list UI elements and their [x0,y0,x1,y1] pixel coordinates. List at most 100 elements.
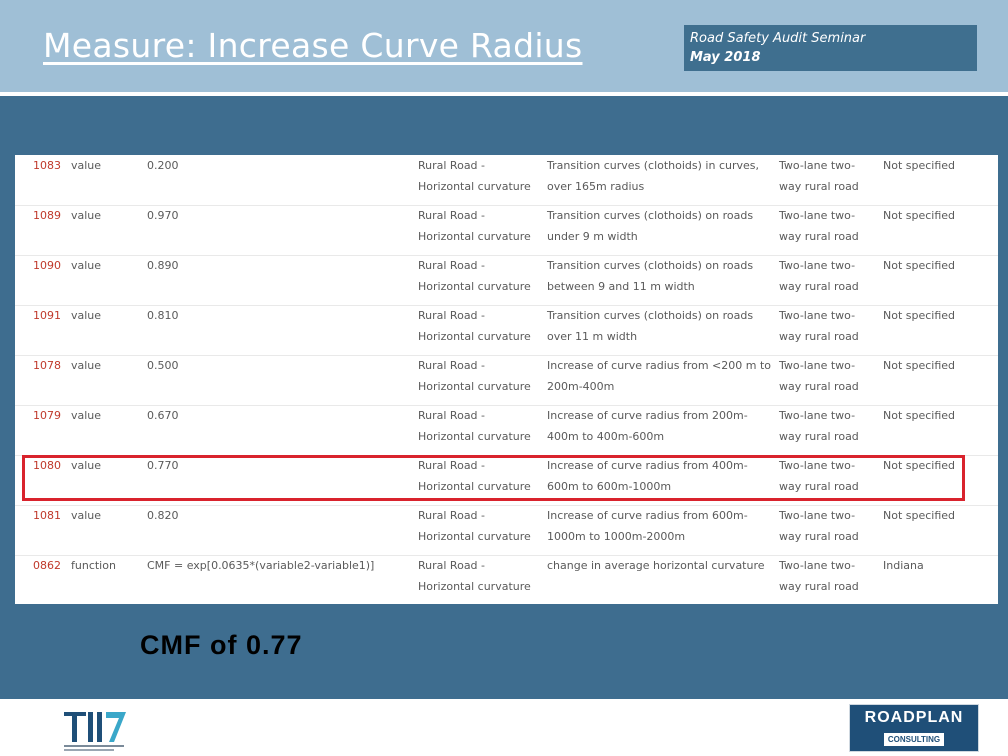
row-description-line1: Transition curves (clothoids) on roads [547,209,754,222]
row-road-type: Two-lane two-way rural road [779,355,869,397]
row-location: Not specified [883,209,956,222]
row-value: CMF = exp[0.0635*(variable2-variable1)] [147,559,375,572]
table-row: 1079 value 0.670 Rural Road - Horizontal … [15,405,998,456]
row-id-link[interactable]: 1083 [33,155,61,176]
row-id-link[interactable]: 1090 [33,255,61,276]
row-description-line1: change in average horizontal curvature [547,559,765,572]
row-description-line1: Increase of curve radius from 600m- [547,509,748,522]
cmf-annotation: CMF of 0.77 [140,630,303,660]
row-description: change in average horizontal curvature [547,555,773,576]
row-description-line2: between 9 and 11 m width [547,280,695,293]
row-description: Transition curves (clothoids) on roads ov… [547,305,773,347]
row-road-type: Two-lane two-way rural road [779,155,869,197]
row-road-line2: way rural road [779,180,859,193]
row-road-line1: Two-lane two- [779,409,856,422]
row-id-link[interactable]: 1089 [33,205,61,226]
row-road-line2: way rural road [779,380,859,393]
row-category: Rural Road - Horizontal curvature [418,505,543,547]
tii-logo-swoosh [106,712,126,742]
row-category: Rural Road - Horizontal curvature [418,355,543,397]
row-category: Rural Road - Horizontal curvature [418,305,543,347]
row-category-line2: Horizontal curvature [418,430,531,443]
row-type: value [71,509,102,522]
row-value: 0.820 [147,509,179,522]
roadplan-logo: ROADPLAN CONSULTING [849,704,979,752]
row-category-line2: Horizontal curvature [418,230,531,243]
row-id-link[interactable]: 1079 [33,405,61,426]
row-description: Increase of curve radius from <200 m to 2… [547,355,773,397]
row-location: Not specified [883,309,956,322]
row-road-line2: way rural road [779,330,859,343]
row-category: Rural Road - Horizontal curvature [418,205,543,247]
table-row: 1090 value 0.890 Rural Road - Horizontal … [15,255,998,306]
row-location: Not specified [883,509,956,522]
table-row: 1078 value 0.500 Rural Road - Horizontal … [15,355,998,406]
tii-logo-stem-i1 [88,712,93,742]
row-value: 0.200 [147,159,179,172]
row-road-type: Two-lane two-way rural road [779,205,869,247]
row-road-line2: way rural road [779,580,859,593]
row-id-link[interactable]: 1078 [33,355,61,376]
row-type: value [71,359,102,372]
row-category-line1: Rural Road - [418,309,486,322]
row-category-line1: Rural Road - [418,509,486,522]
seminar-info-box: Road Safety Audit Seminar May 2018 [684,25,977,71]
tii-logo-stem-i2 [97,712,102,742]
row-road-type: Two-lane two-way rural road [779,505,869,547]
row-description-line2: 200m-400m [547,380,615,393]
seminar-date: May 2018 [690,50,761,65]
table-row: 1083 value 0.200 Rural Road - Horizontal … [15,155,998,206]
row-description-line2: over 165m radius [547,180,645,193]
slide-title: Measure: Increase Curve Radius [43,26,583,65]
row-location: Not specified [883,359,956,372]
row-road-type: Two-lane two-way rural road [779,405,869,447]
row-category-line1: Rural Road - [418,159,486,172]
row-location: Not specified [883,259,956,272]
row-description: Transition curves (clothoids) in curves,… [547,155,773,197]
row-location: Not specified [883,159,956,172]
row-road-line2: way rural road [779,430,859,443]
row-category-line2: Horizontal curvature [418,580,531,593]
row-type: value [71,409,102,422]
row-description-line2: 1000m to 1000m-2000m [547,530,686,543]
row-description-line2: 400m to 400m-600m [547,430,665,443]
row-id-link[interactable]: 0862 [33,555,61,576]
row-type: value [71,209,102,222]
row-road-line2: way rural road [779,530,859,543]
row-category-line2: Horizontal curvature [418,180,531,193]
row-id-link[interactable]: 1091 [33,305,61,326]
row-category-line2: Horizontal curvature [418,330,531,343]
row-road-type: Two-lane two-way rural road [779,555,869,597]
row-description: Increase of curve radius from 200m- 400m … [547,405,773,447]
row-value: 0.670 [147,409,179,422]
row-road-line1: Two-lane two- [779,309,856,322]
row-description-line1: Increase of curve radius from 200m- [547,409,748,422]
roadplan-logo-subtitle: CONSULTING [884,733,944,746]
row-value: 0.500 [147,359,179,372]
row-description-line1: Transition curves (clothoids) in curves, [547,159,760,172]
row-description-line2: under 9 m width [547,230,638,243]
highlight-box [22,455,965,501]
row-location: Not specified [883,409,956,422]
row-category: Rural Road - Horizontal curvature [418,255,543,297]
table-row: 0862 function CMF = exp[0.0635*(variable… [15,555,998,605]
row-type: value [71,159,102,172]
row-category: Rural Road - Horizontal curvature [418,555,543,597]
row-road-line2: way rural road [779,230,859,243]
row-id-link[interactable]: 1081 [33,505,61,526]
row-category: Rural Road - Horizontal curvature [418,155,543,197]
row-category-line1: Rural Road - [418,559,486,572]
row-road-line1: Two-lane two- [779,359,856,372]
seminar-name: Road Safety Audit Seminar [690,31,866,46]
row-category-line1: Rural Road - [418,359,486,372]
row-description-line1: Increase of curve radius from <200 m to [547,359,772,372]
row-description: Increase of curve radius from 600m- 1000m… [547,505,773,547]
tii-logo-stem-t [72,712,77,742]
roadplan-logo-name: ROADPLAN [864,709,964,726]
table-row: 1091 value 0.810 Rural Road - Horizontal … [15,305,998,356]
row-road-line1: Two-lane two- [779,159,856,172]
row-road-type: Two-lane two-way rural road [779,255,869,297]
row-category-line1: Rural Road - [418,259,486,272]
row-road-line1: Two-lane two- [779,509,856,522]
row-description-line2: over 11 m width [547,330,638,343]
